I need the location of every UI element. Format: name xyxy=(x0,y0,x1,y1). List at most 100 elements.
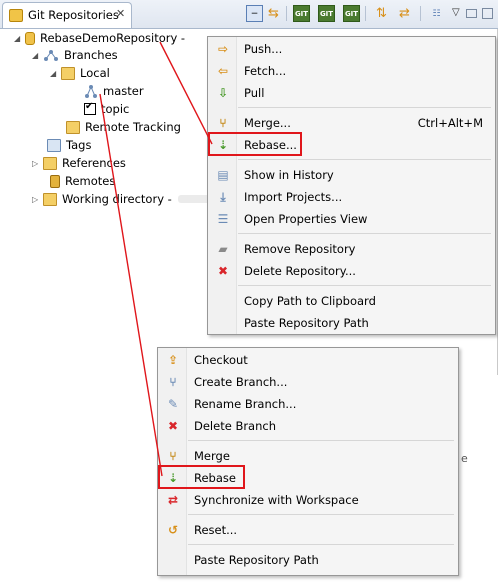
rebase-highlight-box xyxy=(208,132,302,156)
menu-separator xyxy=(238,107,491,108)
fetch-menu-item[interactable]: ⇦ Fetch... xyxy=(210,61,493,81)
toolbar-separator xyxy=(365,6,366,21)
merge-icon: ⑂ xyxy=(169,449,177,463)
import-icon: ⤓ xyxy=(220,189,226,204)
properties-icon: ☰ xyxy=(217,212,229,226)
pull-menu-item[interactable]: ⇩ Pull xyxy=(210,83,493,103)
view-menu-icon[interactable]: ▽ xyxy=(452,7,460,18)
branches-icon xyxy=(44,49,58,61)
show-in-history-menu-item[interactable]: ▤ Show in History xyxy=(210,165,493,185)
link-with-selection-icon[interactable]: ⇆ xyxy=(265,5,282,22)
expand-arrow-icon[interactable]: ◢ xyxy=(50,69,61,78)
reset-menu-item[interactable]: ↺ Reset... xyxy=(160,520,456,540)
merge-menu-item[interactable]: ⑂ Merge... Ctrl+Alt+M xyxy=(210,113,493,133)
menu-separator xyxy=(238,285,491,286)
menu-separator xyxy=(238,233,491,234)
merge-shortcut: Ctrl+Alt+M xyxy=(417,116,483,130)
collapse-arrow-icon[interactable]: ▷ xyxy=(32,159,43,168)
delete-icon: ✖ xyxy=(167,419,179,433)
branches-label: Branches xyxy=(64,48,118,62)
history-icon: ▤ xyxy=(217,168,229,182)
paste-repository-path-menu-item[interactable]: Paste Repository Path xyxy=(160,550,456,570)
open-properties-view-menu-item[interactable]: ☰ Open Properties View xyxy=(210,209,493,229)
delete-branch-menu-item[interactable]: ✖ Delete Branch xyxy=(160,416,456,436)
close-icon[interactable]: ✕ xyxy=(116,7,125,20)
folder-icon xyxy=(43,156,57,170)
reset-icon: ↺ xyxy=(167,523,179,537)
tree-item-repository[interactable]: ◢ RebaseDemoRepository - xyxy=(14,29,185,47)
push-menu-item[interactable]: ⇨ Push... xyxy=(210,39,493,59)
push-icon: ⇨ xyxy=(217,42,229,56)
folder-icon xyxy=(66,120,80,134)
copy-path-menu-item[interactable]: Copy Path to Clipboard xyxy=(210,291,493,311)
pull-icon: ⇩ xyxy=(217,86,229,100)
menu-separator xyxy=(238,159,491,160)
link-icon[interactable]: ⇄ xyxy=(396,5,413,22)
tree-item-remotes[interactable]: Remotes xyxy=(50,172,115,190)
create-branch-icon: ⑂ xyxy=(169,375,177,389)
tree-item-tags[interactable]: Tags xyxy=(47,136,91,154)
working-directory-label: Working directory - xyxy=(62,192,172,206)
tree-item-references[interactable]: ▷ References xyxy=(32,154,126,172)
collapse-all-icon[interactable]: − xyxy=(246,5,263,22)
tree-item-topic[interactable]: topic xyxy=(84,100,129,118)
import-projects-menu-item[interactable]: ⤓ Import Projects... xyxy=(210,187,493,207)
menu-separator xyxy=(188,514,454,515)
tab-title: Git Repositories xyxy=(28,8,119,22)
add-repository-icon[interactable]: GIT xyxy=(293,5,310,22)
rename-branch-menu-item[interactable]: ✎ Rename Branch... xyxy=(160,394,456,414)
merge-menu-item[interactable]: ⑂ Merge xyxy=(160,446,456,466)
create-repository-icon[interactable]: GIT xyxy=(343,5,360,22)
branch-icon xyxy=(85,84,97,98)
checkout-icon: ⇪ xyxy=(167,353,179,367)
tags-icon xyxy=(47,138,61,152)
delete-icon: ✖ xyxy=(217,264,229,278)
expand-arrow-icon[interactable]: ◢ xyxy=(32,51,43,60)
paste-repository-path-menu-item[interactable]: Paste Repository Path xyxy=(210,313,493,333)
master-label: master xyxy=(103,84,144,98)
references-label: References xyxy=(62,156,126,170)
delete-repository-menu-item[interactable]: ✖ Delete Repository... xyxy=(210,261,493,281)
menu-icon-gutter xyxy=(208,37,237,334)
merge-icon: ⑂ xyxy=(219,116,227,130)
remote-tracking-label: Remote Tracking xyxy=(85,120,181,134)
menu-separator xyxy=(188,440,454,441)
git-repositories-tab[interactable]: Git Repositories ✕ xyxy=(2,2,132,28)
remotes-icon xyxy=(50,174,60,188)
local-label: Local xyxy=(80,66,110,80)
tree-item-local[interactable]: ◢ Local xyxy=(50,64,110,82)
folder-icon xyxy=(61,66,75,80)
git-repositories-icon xyxy=(9,9,23,22)
folder-icon xyxy=(43,192,57,206)
remove-repository-menu-item[interactable]: ▰ Remove Repository xyxy=(210,239,493,259)
checked-out-icon xyxy=(84,101,96,115)
remotes-label: Remotes xyxy=(65,174,116,188)
minimize-icon[interactable] xyxy=(466,9,477,18)
tags-label: Tags xyxy=(66,138,92,152)
collapse-arrow-icon[interactable]: ▷ xyxy=(32,195,43,204)
tree-item-master[interactable]: master xyxy=(84,82,144,100)
repository-context-menu: ⇨ Push... ⇦ Fetch... ⇩ Pull ⑂ Merge... C… xyxy=(207,36,496,335)
repository-icon xyxy=(25,31,35,45)
background-text: e xyxy=(461,452,468,465)
branch-context-menu: ⇪ Checkout ⑂ Create Branch... ✎ Rename B… xyxy=(157,347,459,576)
clone-repository-icon[interactable]: GIT xyxy=(318,5,335,22)
topic-label: topic xyxy=(101,102,130,116)
view-tab-bar: Git Repositories ✕ − ⇆ GIT GIT GIT ⇅ ⇄ ☷… xyxy=(0,0,498,29)
menu-separator xyxy=(188,544,454,545)
hierarchical-view-icon[interactable]: ☷ xyxy=(428,5,445,22)
repository-label: RebaseDemoRepository - xyxy=(40,31,186,45)
tree-item-remote-tracking[interactable]: Remote Tracking xyxy=(66,118,181,136)
synchronize-icon: ⇄ xyxy=(167,493,179,507)
rebase-highlight-box xyxy=(158,465,245,489)
toolbar-separator xyxy=(286,6,287,21)
maximize-icon[interactable] xyxy=(482,8,493,19)
eraser-icon: ▰ xyxy=(218,242,228,256)
checkout-menu-item[interactable]: ⇪ Checkout xyxy=(160,350,456,370)
expand-arrow-icon[interactable]: ◢ xyxy=(14,34,25,43)
create-branch-menu-item[interactable]: ⑂ Create Branch... xyxy=(160,372,456,392)
tree-item-branches[interactable]: ◢ Branches xyxy=(32,46,118,64)
toolbar-separator xyxy=(420,6,421,21)
refresh-icon[interactable]: ⇅ xyxy=(373,5,390,22)
synchronize-menu-item[interactable]: ⇄ Synchronize with Workspace xyxy=(160,490,456,510)
